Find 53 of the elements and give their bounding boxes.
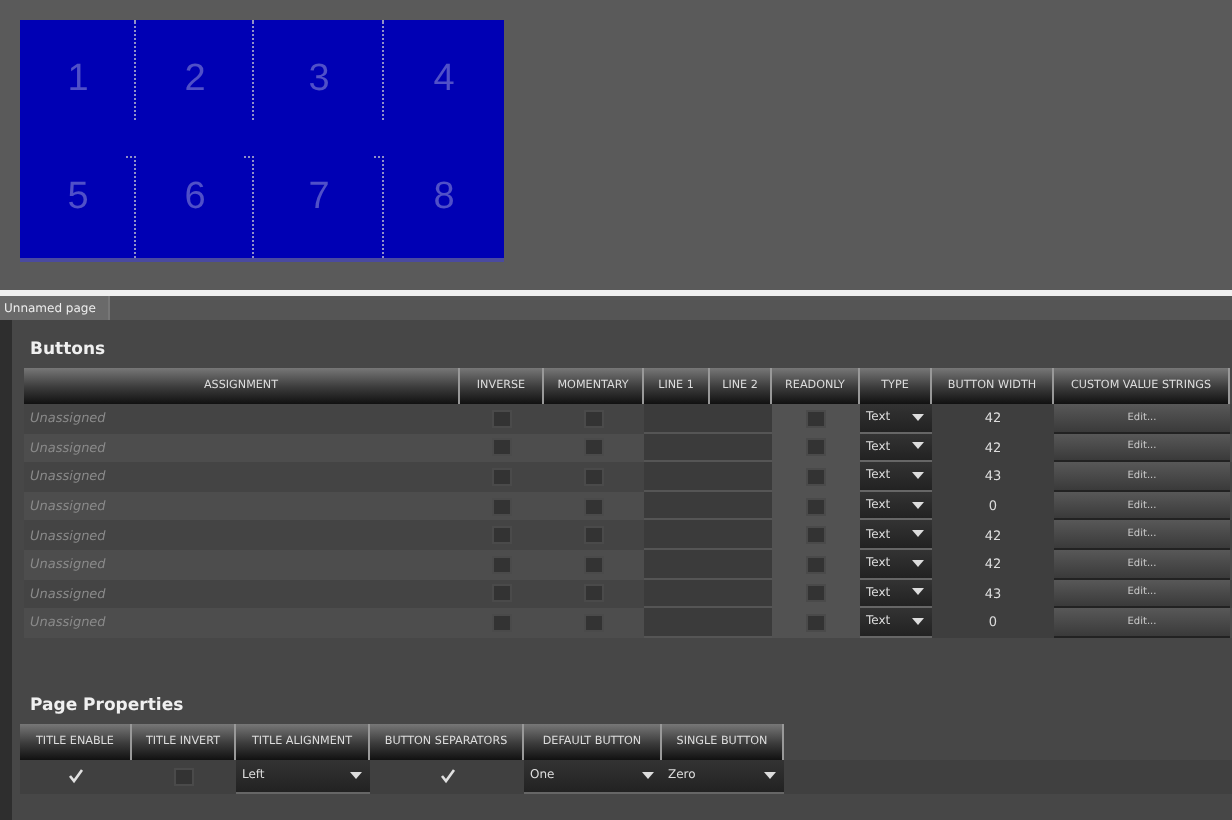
input-field[interactable]	[644, 462, 710, 492]
input-field[interactable]	[644, 549, 710, 580]
checkbox[interactable]	[806, 555, 826, 574]
input-field[interactable]	[710, 491, 772, 521]
caret-icon	[764, 771, 776, 780]
caret-icon	[912, 588, 924, 597]
section-heading: Buttons	[28, 338, 108, 364]
caret-icon	[912, 530, 924, 539]
checkbox[interactable]	[806, 613, 826, 632]
caret-icon	[642, 771, 654, 780]
input-field[interactable]	[644, 608, 710, 638]
checkbox[interactable]	[806, 584, 826, 603]
section-heading: Page Properties	[28, 693, 186, 720]
input-field[interactable]	[644, 433, 710, 463]
preview-button-label: 2	[184, 57, 206, 102]
input-field[interactable]	[644, 579, 710, 609]
input-field[interactable]	[710, 433, 772, 463]
caret-icon	[912, 617, 924, 626]
input-field[interactable]	[644, 404, 710, 434]
checkbox[interactable]	[806, 467, 826, 486]
checkbox[interactable]	[584, 438, 604, 457]
checkbox[interactable]	[806, 409, 826, 428]
caret-icon	[350, 771, 362, 780]
preview-button-label: 3	[308, 57, 330, 102]
preview-button-label: 7	[308, 176, 330, 221]
caret-icon	[912, 501, 924, 510]
preview-button-label: 5	[67, 176, 89, 221]
input-field[interactable]	[710, 404, 772, 434]
checkbox[interactable]	[584, 555, 604, 574]
caret-icon	[912, 559, 924, 568]
checkbox[interactable]	[492, 613, 512, 632]
input-field[interactable]	[710, 549, 772, 580]
checkbox[interactable]	[584, 497, 604, 516]
input-field[interactable]	[710, 608, 772, 638]
preview-button-label: 8	[433, 176, 455, 221]
caret-icon	[912, 413, 924, 422]
checkbox[interactable]	[492, 497, 512, 516]
checkbox[interactable]	[806, 526, 826, 545]
input-field[interactable]	[710, 520, 772, 550]
input-field[interactable]	[644, 491, 710, 521]
input-field[interactable]	[710, 579, 772, 609]
caret-icon	[912, 442, 924, 451]
caret-icon	[912, 471, 924, 480]
input-field[interactable]	[644, 520, 710, 550]
checkbox[interactable]	[584, 613, 604, 632]
checkbox[interactable]	[806, 438, 826, 457]
checkbox[interactable]	[492, 438, 512, 457]
checkbox[interactable]	[806, 497, 826, 516]
input-field[interactable]	[710, 462, 772, 492]
preview-button-label: 1	[67, 57, 89, 102]
preview-button-label: 4	[433, 57, 455, 102]
checkbox[interactable]	[492, 555, 512, 574]
preview-button-label: 6	[184, 176, 206, 221]
